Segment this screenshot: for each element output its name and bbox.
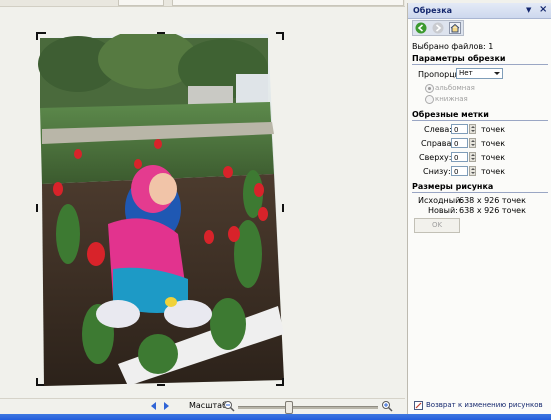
crop-marks-header: Обрезные метки — [412, 110, 548, 121]
edit-pictures-icon — [414, 401, 423, 410]
mark-left-spinner[interactable] — [469, 124, 476, 134]
toolbar-fragment — [118, 0, 164, 6]
files-selected-text: Выбрано файлов: 1 — [412, 42, 494, 51]
ok-button[interactable]: OK — [414, 218, 460, 233]
toolbar-fragment — [172, 0, 404, 6]
mark-top-input[interactable]: 0 — [451, 152, 468, 162]
size-header: Размеры рисунка — [412, 182, 548, 193]
mark-right-spinner[interactable] — [469, 138, 476, 148]
pane-menu-icon[interactable]: ▼ — [526, 6, 531, 14]
orientation-landscape-radio[interactable] — [425, 84, 434, 93]
crop-handle-left[interactable] — [36, 204, 38, 212]
mark-top-unit: точек — [481, 153, 506, 162]
zoom-out-icon[interactable] — [223, 400, 235, 412]
mark-bottom-spinner[interactable] — [469, 166, 476, 176]
photo — [38, 34, 284, 386]
previous-picture-icon[interactable] — [151, 402, 156, 410]
crop-handle-top-left[interactable] — [38, 32, 46, 34]
crop-handle-top-right[interactable] — [282, 32, 284, 40]
new-size-label: Новый: — [428, 206, 458, 215]
mark-right-label: Справа: — [421, 139, 455, 148]
mark-left-input[interactable]: 0 — [451, 124, 468, 134]
crop-handle-bottom-left[interactable] — [36, 384, 44, 386]
orientation-portrait-label: книжная — [435, 95, 468, 103]
crop-handle-bottom-right[interactable] — [276, 384, 284, 386]
toolbar-strip — [0, 0, 405, 7]
return-link-text: Возврат к изменению рисунков — [426, 401, 543, 409]
mark-top-spinner[interactable] — [469, 152, 476, 162]
crop-params-header: Параметры обрезки — [412, 54, 548, 65]
pane-header: Обрезка ▼ × — [408, 3, 551, 19]
mark-right-input[interactable]: 0 — [451, 138, 468, 148]
original-size-value: 638 x 926 точек — [459, 196, 526, 205]
close-icon[interactable]: × — [539, 4, 547, 15]
crop-handle-top[interactable] — [157, 32, 165, 34]
pane-title: Обрезка — [413, 6, 453, 15]
taskbar — [0, 414, 551, 420]
chevron-down-icon — [494, 72, 500, 75]
pane-navigation — [412, 20, 464, 36]
proportions-select[interactable]: Нет — [456, 68, 503, 79]
original-size-label: Исходный: — [418, 196, 463, 205]
crop-handle-top-left[interactable] — [36, 32, 38, 40]
photo-crop-area[interactable] — [36, 32, 284, 386]
next-picture-icon[interactable] — [164, 402, 169, 410]
orientation-landscape-label: альбомная — [435, 84, 475, 92]
back-arrow-icon[interactable] — [415, 22, 427, 34]
mark-bottom-label: Снизу: — [423, 167, 451, 176]
mark-left-label: Слева: — [424, 125, 452, 134]
mark-right-unit: точек — [481, 139, 506, 148]
crop-handle-right[interactable] — [282, 204, 284, 212]
orientation-portrait-radio[interactable] — [425, 95, 434, 104]
zoom-slider-track[interactable] — [238, 406, 378, 409]
proportions-value: Нет — [459, 69, 473, 77]
mark-top-label: Сверху: — [419, 153, 452, 162]
zoom-in-icon[interactable] — [381, 400, 393, 412]
home-icon[interactable] — [449, 22, 461, 34]
mark-bottom-input[interactable]: 0 — [451, 166, 468, 176]
crop-handle-bottom[interactable] — [157, 384, 165, 386]
crop-task-pane: Обрезка ▼ × Выбрано файлов: 1 Параметры … — [407, 3, 551, 414]
forward-arrow-icon[interactable] — [432, 22, 444, 34]
mark-left-unit: точек — [481, 125, 506, 134]
zoom-slider-thumb[interactable] — [285, 401, 293, 414]
status-bar: Масштаб: — [0, 398, 405, 415]
mark-bottom-unit: точек — [481, 167, 506, 176]
new-size-value: 638 x 926 точек — [459, 206, 526, 215]
